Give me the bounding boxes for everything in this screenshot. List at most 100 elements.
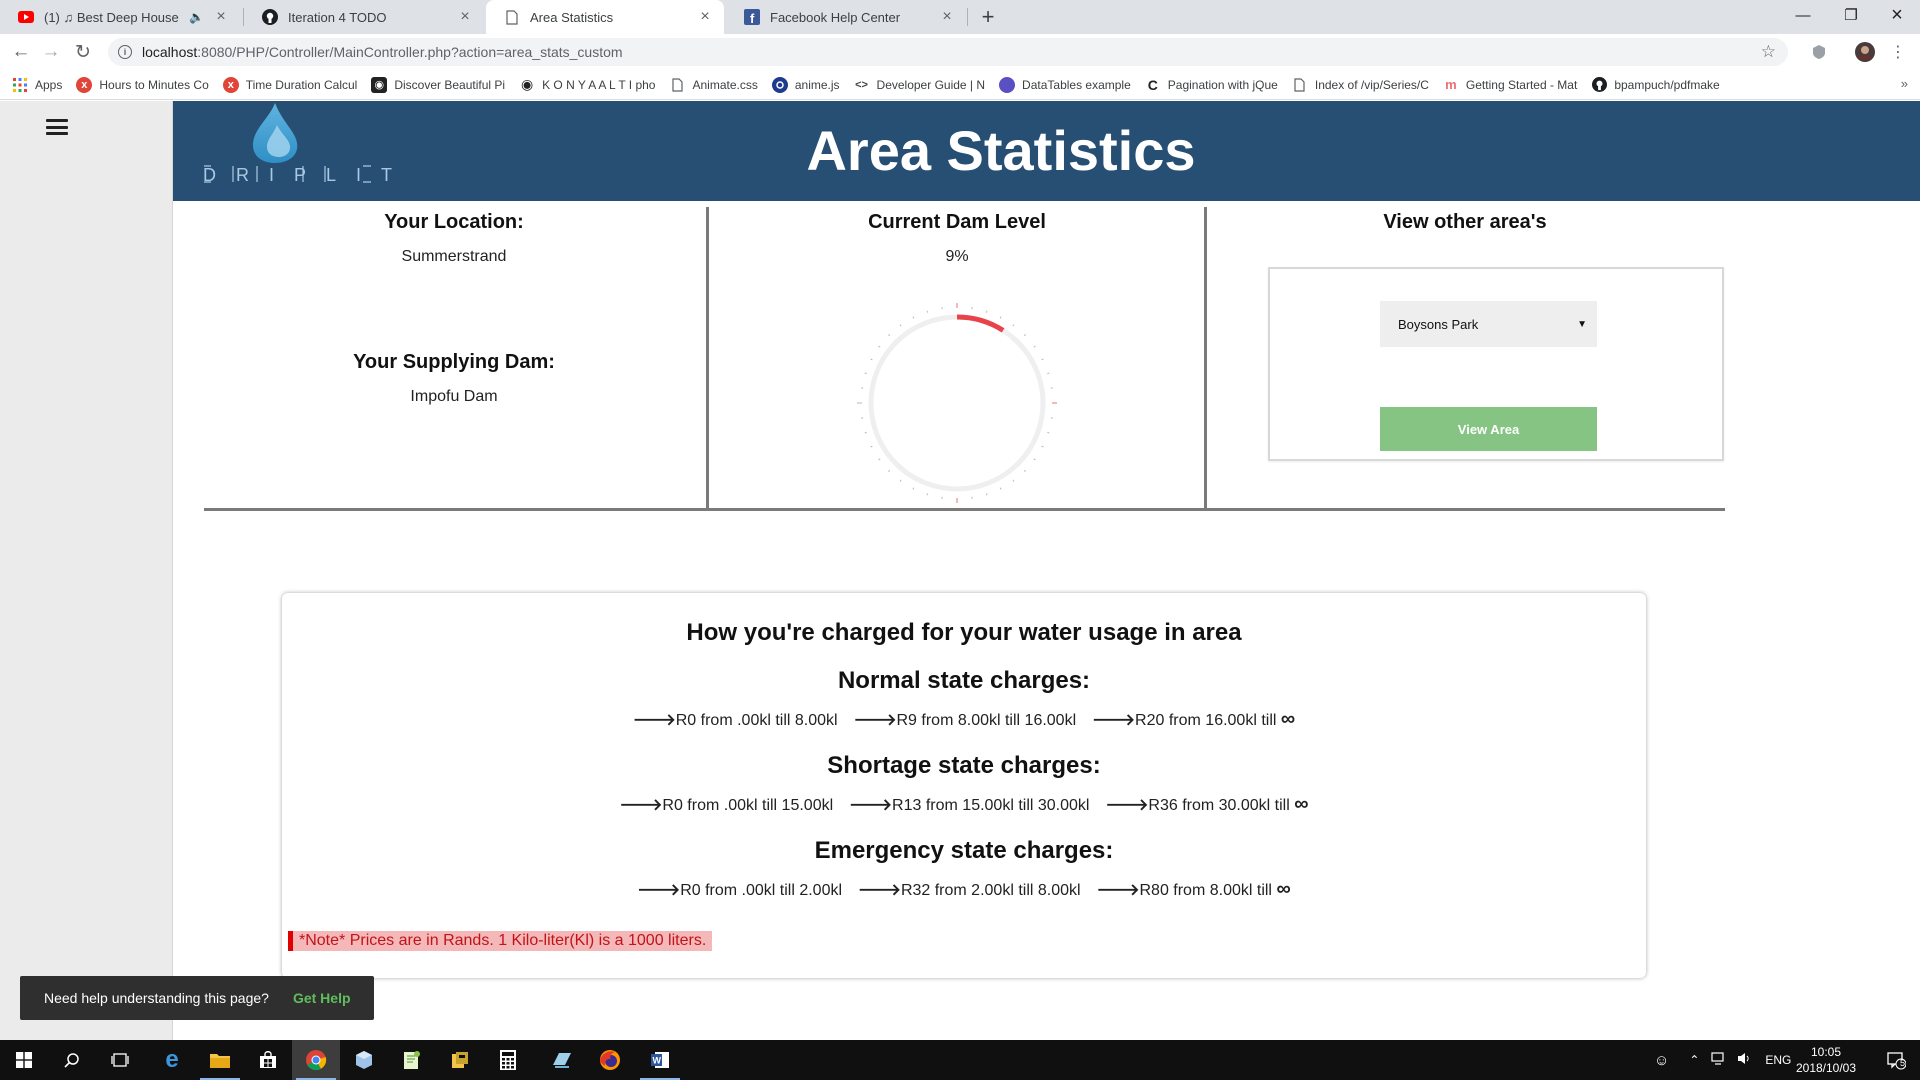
speaker-icon[interactable]: 🔈	[189, 10, 204, 24]
facebook-icon: f	[744, 9, 760, 25]
dam-column: Your Supplying Dam: Impofu Dam	[204, 351, 704, 406]
charges-card: How you're charged for your water usage …	[282, 593, 1646, 978]
snipping-tool-icon[interactable]	[538, 1040, 586, 1080]
search-icon[interactable]	[48, 1040, 96, 1080]
clock[interactable]: 10:05 2018/10/03	[1788, 1044, 1864, 1076]
bookmark-label: K O N Y A A L T I pho	[542, 77, 656, 92]
virtualbox-icon[interactable]	[340, 1040, 388, 1080]
sticky-app-icon[interactable]	[436, 1040, 484, 1080]
minimize-button[interactable]: —	[1780, 0, 1826, 30]
bookmark-hours-to-minutes[interactable]: x Hours to Minutes Co	[76, 76, 209, 93]
view-area-button[interactable]: View Area	[1380, 407, 1597, 451]
firefox-icon[interactable]	[586, 1040, 634, 1080]
browser-toolbar: ← → ↻ i localhost:8080/PHP/Controller/Ma…	[0, 34, 1920, 70]
infinity-icon: ∞	[1280, 708, 1296, 730]
tab-facebook[interactable]: f Facebook Help Center ×	[726, 0, 966, 34]
bookmark-time-duration[interactable]: x Time Duration Calcul	[222, 76, 357, 93]
materialize-icon: m	[1445, 77, 1457, 92]
supplying-dam-value: Impofu Dam	[410, 388, 498, 405]
bookmark-animate-css[interactable]: Animate.css	[669, 77, 758, 93]
close-tab-icon[interactable]: ×	[212, 8, 230, 26]
bookmark-anime-js[interactable]: anime.js	[771, 76, 840, 93]
menu-dots-icon[interactable]: ⋮	[1888, 42, 1908, 62]
url-host: localhost	[142, 44, 198, 60]
bookmark-datatables[interactable]: DataTables example	[999, 76, 1131, 93]
hamburger-menu-icon[interactable]	[46, 119, 68, 135]
code-icon: <>	[855, 78, 868, 91]
bookmark-label: Apps	[35, 77, 63, 92]
close-tab-icon[interactable]: ×	[696, 8, 714, 26]
tab-iteration[interactable]: Iteration 4 TODO ×	[244, 0, 484, 34]
gauge-tick	[878, 345, 881, 348]
file-explorer-icon[interactable]	[196, 1040, 244, 1080]
bookmark-developer-guide[interactable]: <> Developer Guide | N	[854, 77, 985, 93]
area-select-value: Boysons Park	[1398, 316, 1479, 332]
network-icon[interactable]	[1711, 1052, 1727, 1068]
arrow-right-icon: 🡒	[632, 712, 676, 729]
reload-button[interactable]: ↻	[70, 39, 96, 65]
bookmark-index-of[interactable]: Index of /vip/Series/C	[1292, 77, 1429, 93]
gauge-tick	[870, 358, 873, 361]
gauge-tick	[1041, 358, 1044, 361]
forward-button[interactable]: →	[38, 39, 64, 65]
person-icon[interactable]: ☺	[1654, 1052, 1669, 1069]
bookmark-pdfmake[interactable]: bpampuch/pdfmake	[1591, 77, 1720, 93]
store-icon[interactable]	[244, 1040, 292, 1080]
bookmark-label: Pagination with jQue	[1167, 77, 1278, 92]
info-icon[interactable]: i	[118, 45, 132, 59]
address-bar[interactable]: i localhost:8080/PHP/Controller/MainCont…	[108, 38, 1788, 66]
windows-start-icon[interactable]	[0, 1040, 48, 1080]
bookmark-konyaalti[interactable]: ◉ K O N Y A A L T I pho	[519, 76, 656, 93]
get-help-button[interactable]: Get Help	[293, 990, 351, 1006]
restore-button[interactable]: ❐	[1828, 0, 1874, 30]
task-view-icon[interactable]	[96, 1040, 144, 1080]
gauge-tick	[1047, 372, 1050, 375]
edge-icon[interactable]: e	[148, 1040, 196, 1080]
close-tab-icon[interactable]: ×	[456, 8, 474, 26]
bookmark-pagination[interactable]: C Pagination with jQue	[1145, 77, 1278, 93]
notification-center-icon[interactable]: 5	[1872, 1040, 1920, 1080]
chrome-icon[interactable]	[292, 1040, 340, 1080]
word-icon[interactable]: W	[636, 1040, 684, 1080]
tab-title: Iteration 4 TODO	[288, 9, 387, 25]
shortage-charges-row: 🡒R0 from .00kl till 15.00kl 🡒R13 from 15…	[282, 794, 1646, 815]
arrow-right-icon: 🡒	[619, 797, 663, 814]
back-button[interactable]: ←	[8, 39, 34, 65]
page-icon	[504, 9, 520, 25]
volume-icon[interactable]	[1737, 1052, 1751, 1068]
notepad-plus-icon[interactable]	[388, 1040, 436, 1080]
extension-icon[interactable]	[1809, 42, 1829, 62]
gauge-tick	[1023, 469, 1026, 472]
gauge-tick	[899, 479, 902, 482]
bookmark-star-icon[interactable]: ☆	[1761, 42, 1776, 62]
new-tab-button[interactable]: +	[975, 4, 1001, 30]
charge-item: 🡒R0 from .00kl till 2.00kl	[637, 882, 843, 899]
tab-youtube[interactable]: (1) ♫ Best Deep House Mix 2 🔈 ×	[0, 0, 240, 34]
close-tab-icon[interactable]: ×	[938, 8, 956, 26]
more-bookmarks-button[interactable]: »	[1901, 76, 1908, 91]
bookmark-getting-started[interactable]: m Getting Started - Mat	[1443, 77, 1577, 93]
github-icon	[1591, 77, 1607, 93]
tab-title: Facebook Help Center	[770, 9, 901, 25]
area-select[interactable]: Boysons Park ▼	[1380, 301, 1597, 347]
arrow-right-icon: 🡒	[1092, 712, 1136, 729]
gauge-tick	[1033, 458, 1036, 461]
anime-icon	[771, 76, 788, 93]
chevron-up-icon[interactable]: ⌃	[1689, 1053, 1699, 1067]
gauge-tick	[999, 487, 1002, 490]
close-window-button[interactable]: ×	[1874, 0, 1920, 30]
x-circle-icon: x	[76, 76, 93, 93]
emergency-charges-row: 🡒R0 from .00kl till 2.00kl 🡒R32 from 2.0…	[282, 879, 1646, 900]
arrow-right-icon: 🡒	[853, 712, 897, 729]
tab-area-statistics[interactable]: Area Statistics ×	[486, 0, 724, 34]
location-heading: Your Location:	[384, 211, 524, 233]
bookmark-discover[interactable]: ◉ Discover Beautiful Pi	[371, 76, 505, 93]
profile-avatar[interactable]	[1855, 42, 1875, 62]
url-path: :8080/PHP/Controller/MainController.php?…	[197, 44, 623, 60]
shortage-state-heading: Shortage state charges:	[827, 752, 1101, 779]
arrow-right-icon: 🡒	[849, 797, 893, 814]
gauge-tick	[1023, 334, 1026, 337]
help-toast-text: Need help understanding this page?	[44, 990, 269, 1006]
calculator-icon[interactable]	[484, 1040, 532, 1080]
bookmark-apps[interactable]: Apps	[12, 77, 62, 93]
